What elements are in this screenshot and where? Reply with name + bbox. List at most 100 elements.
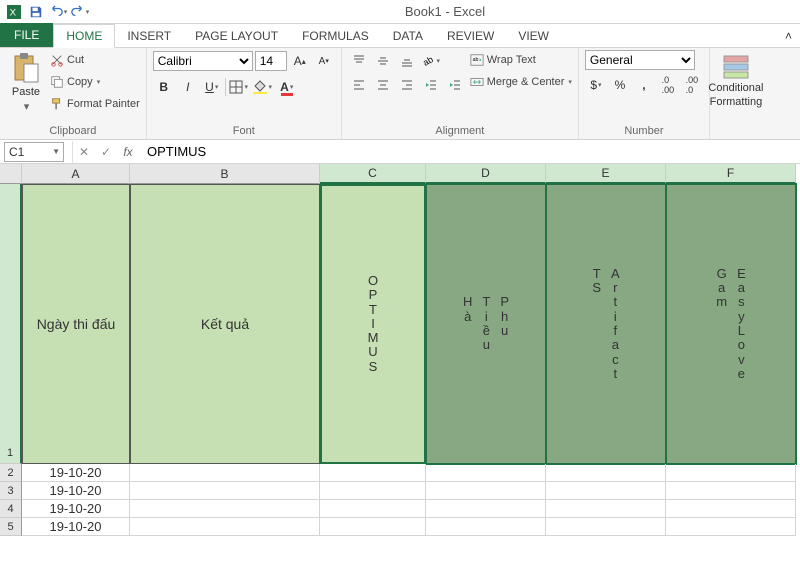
row-head[interactable]: 4: [0, 500, 22, 518]
tab-insert[interactable]: INSERT: [115, 25, 183, 47]
align-center-icon[interactable]: [372, 74, 394, 96]
cell[interactable]: 19-10-20: [22, 500, 130, 518]
bold-button[interactable]: B: [153, 76, 175, 98]
cell-a1[interactable]: Ngày thi đấu: [22, 184, 130, 464]
cell[interactable]: 19-10-20: [22, 482, 130, 500]
cell[interactable]: [426, 500, 546, 518]
cell[interactable]: [666, 482, 796, 500]
cell[interactable]: 19-10-20: [22, 464, 130, 482]
decrease-font-icon[interactable]: A▾: [313, 50, 335, 72]
font-name-select[interactable]: Calibri: [153, 51, 253, 71]
tab-review[interactable]: REVIEW: [435, 25, 506, 47]
enter-formula-icon[interactable]: ✓: [95, 141, 117, 163]
ribbon-tabs: FILE HOME INSERT PAGE LAYOUT FORMULAS DA…: [0, 24, 800, 48]
cell[interactable]: [666, 464, 796, 482]
tab-home[interactable]: HOME: [53, 24, 115, 48]
cancel-formula-icon[interactable]: ✕: [73, 141, 95, 163]
cell[interactable]: [546, 482, 666, 500]
insert-function-icon[interactable]: fx: [117, 141, 139, 163]
increase-font-icon[interactable]: A▴: [289, 50, 311, 72]
align-bottom-icon[interactable]: [396, 50, 418, 72]
cell-c1[interactable]: OPTIMUS: [320, 184, 426, 464]
col-head-d[interactable]: D: [426, 164, 546, 184]
cell-d1[interactable]: HàTiềuPhu: [426, 184, 546, 464]
cell[interactable]: [320, 482, 426, 500]
name-box[interactable]: C1▼: [4, 142, 64, 162]
tab-data[interactable]: DATA: [381, 25, 435, 47]
cell[interactable]: [426, 518, 546, 536]
cell[interactable]: [666, 500, 796, 518]
italic-button[interactable]: I: [177, 76, 199, 98]
cell[interactable]: [426, 482, 546, 500]
row-head[interactable]: 3: [0, 482, 22, 500]
svg-text:ab: ab: [472, 57, 478, 63]
undo-icon[interactable]: ▾: [48, 2, 68, 22]
col-head-b[interactable]: B: [130, 164, 320, 184]
accounting-format-icon[interactable]: $▾: [585, 74, 607, 96]
border-button[interactable]: ▾: [228, 76, 250, 98]
cell[interactable]: 19-10-20: [22, 518, 130, 536]
merge-center-button[interactable]: Merge & Center▾: [470, 72, 572, 92]
cell[interactable]: [546, 500, 666, 518]
cell[interactable]: [130, 482, 320, 500]
group-number-label: Number: [585, 123, 703, 139]
comma-format-icon[interactable]: ,: [633, 74, 655, 96]
cell[interactable]: [666, 518, 796, 536]
paste-button[interactable]: Paste▾: [6, 50, 46, 115]
copy-button[interactable]: Copy▾: [50, 72, 140, 92]
fill-color-button[interactable]: ▾: [252, 76, 274, 98]
cell-b1[interactable]: Kết quả: [130, 184, 320, 464]
col-head-a[interactable]: A: [22, 164, 130, 184]
tab-file[interactable]: FILE: [0, 23, 53, 47]
svg-text:X: X: [10, 7, 17, 18]
cell[interactable]: [320, 464, 426, 482]
number-format-select[interactable]: General: [585, 50, 695, 70]
align-left-icon[interactable]: [348, 74, 370, 96]
svg-text:ab: ab: [422, 54, 436, 68]
collapse-ribbon-icon[interactable]: ˄: [777, 25, 800, 47]
cell[interactable]: [130, 464, 320, 482]
increase-decimal-icon[interactable]: .0.00: [657, 74, 679, 96]
conditional-formatting-button[interactable]: Conditional Formatting: [716, 50, 756, 110]
tab-formulas[interactable]: FORMULAS: [290, 25, 381, 47]
wrap-text-button[interactable]: abWrap Text: [470, 50, 572, 70]
col-head-e[interactable]: E: [546, 164, 666, 184]
format-painter-button[interactable]: Format Painter: [50, 94, 140, 114]
cell[interactable]: [320, 500, 426, 518]
align-right-icon[interactable]: [396, 74, 418, 96]
cell[interactable]: [320, 518, 426, 536]
formula-input[interactable]: [139, 142, 800, 162]
save-icon[interactable]: [26, 2, 46, 22]
col-head-f[interactable]: F: [666, 164, 796, 184]
row-head-1[interactable]: 1: [0, 184, 22, 464]
decrease-decimal-icon[interactable]: .00.0: [681, 74, 703, 96]
orientation-icon[interactable]: ab▾: [420, 50, 442, 72]
percent-format-icon[interactable]: %: [609, 74, 631, 96]
cell[interactable]: [546, 464, 666, 482]
group-alignment-label: Alignment: [348, 123, 572, 139]
align-top-icon[interactable]: [348, 50, 370, 72]
app-title: Book1 - Excel: [90, 4, 800, 19]
row-head[interactable]: 2: [0, 464, 22, 482]
increase-indent-icon[interactable]: [444, 74, 466, 96]
underline-button[interactable]: U▾: [201, 76, 223, 98]
group-clipboard-label: Clipboard: [6, 123, 140, 139]
decrease-indent-icon[interactable]: [420, 74, 442, 96]
redo-icon[interactable]: ▾: [70, 2, 90, 22]
col-head-c[interactable]: C: [320, 164, 426, 184]
tab-page-layout[interactable]: PAGE LAYOUT: [183, 25, 290, 47]
font-color-button[interactable]: A▾: [276, 76, 298, 98]
cell-f1[interactable]: GamEasyLove: [666, 184, 796, 464]
cell[interactable]: [130, 500, 320, 518]
cell-e1[interactable]: TSArtifact: [546, 184, 666, 464]
tab-view[interactable]: VIEW: [506, 25, 561, 47]
row-head[interactable]: 5: [0, 518, 22, 536]
cell[interactable]: [546, 518, 666, 536]
cut-button[interactable]: Cut: [50, 50, 140, 70]
font-size-input[interactable]: [255, 51, 287, 71]
align-middle-icon[interactable]: [372, 50, 394, 72]
cell[interactable]: [130, 518, 320, 536]
group-font-label: Font: [153, 123, 335, 139]
select-all-corner[interactable]: [0, 164, 22, 184]
cell[interactable]: [426, 464, 546, 482]
